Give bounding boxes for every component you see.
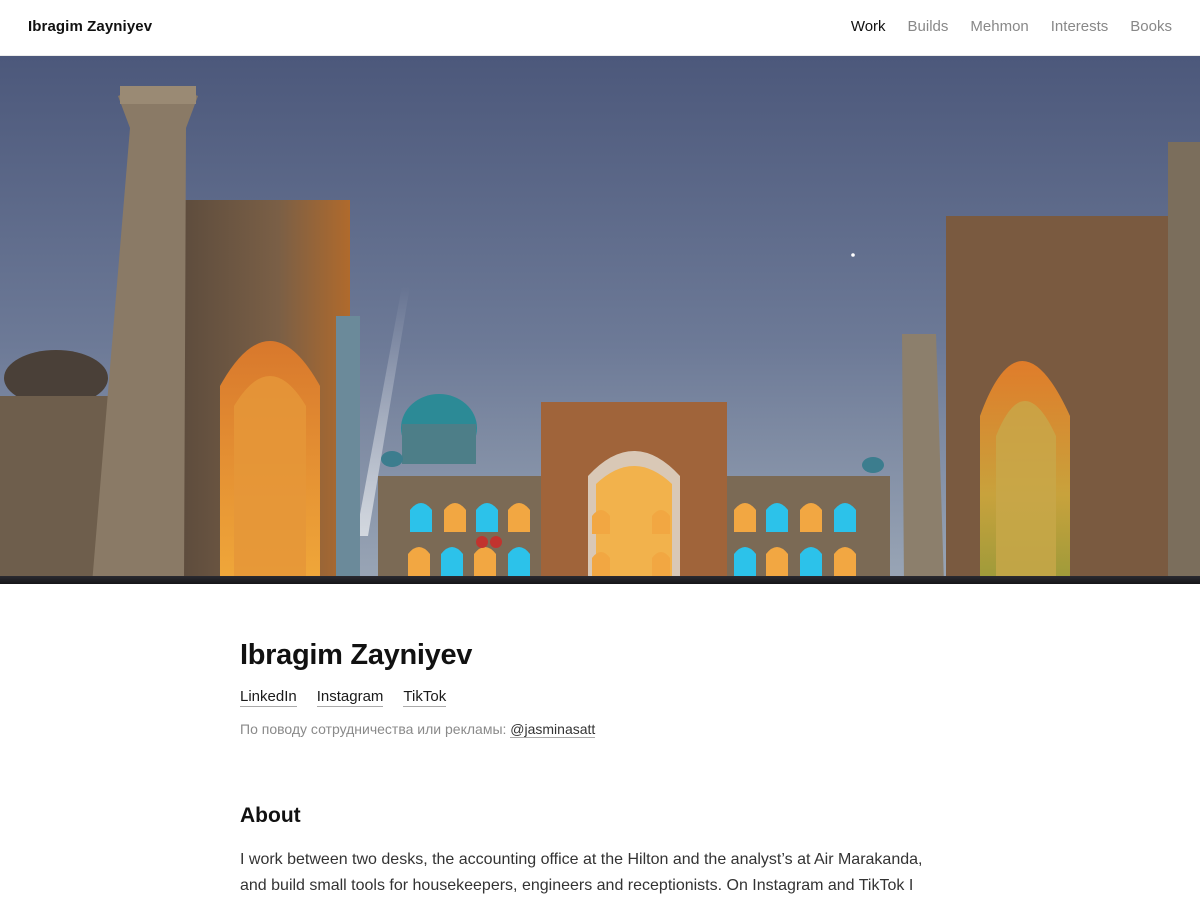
instagram-link[interactable]: Instagram bbox=[316, 688, 384, 707]
nav-item-books[interactable]: Books bbox=[1130, 18, 1172, 35]
page-title: Ibragim Zayniyev bbox=[240, 639, 473, 671]
main-nav: Work Builds Mehmon Interests Books bbox=[851, 18, 1172, 35]
nav-item-builds[interactable]: Builds bbox=[908, 18, 949, 35]
about-text: I work between two desks, the accounting… bbox=[240, 851, 923, 894]
tiktok-link[interactable]: TikTok bbox=[403, 688, 447, 707]
collaboration-note: По поводу сотрудничества или рекламы: @j… bbox=[240, 721, 596, 738]
site-brand[interactable]: Ibragim Zayniyev bbox=[28, 18, 152, 35]
social-links: LinkedIn Instagram TikTok bbox=[240, 688, 447, 707]
collaboration-text: По поводу сотрудничества или рекламы: bbox=[240, 721, 511, 737]
nav-item-work[interactable]: Work bbox=[851, 18, 886, 35]
hero-image bbox=[0, 56, 1200, 584]
nav-item-interests[interactable]: Interests bbox=[1051, 18, 1109, 35]
registan-illustration bbox=[0, 56, 1200, 584]
linkedin-link[interactable]: LinkedIn bbox=[240, 688, 297, 707]
about-heading: About bbox=[240, 804, 301, 827]
nav-item-mehmon[interactable]: Mehmon bbox=[970, 18, 1028, 35]
top-navbar: Ibragim Zayniyev Work Builds Mehmon Inte… bbox=[0, 0, 1200, 56]
contact-handle-link[interactable]: @jasminasatt bbox=[510, 721, 596, 738]
